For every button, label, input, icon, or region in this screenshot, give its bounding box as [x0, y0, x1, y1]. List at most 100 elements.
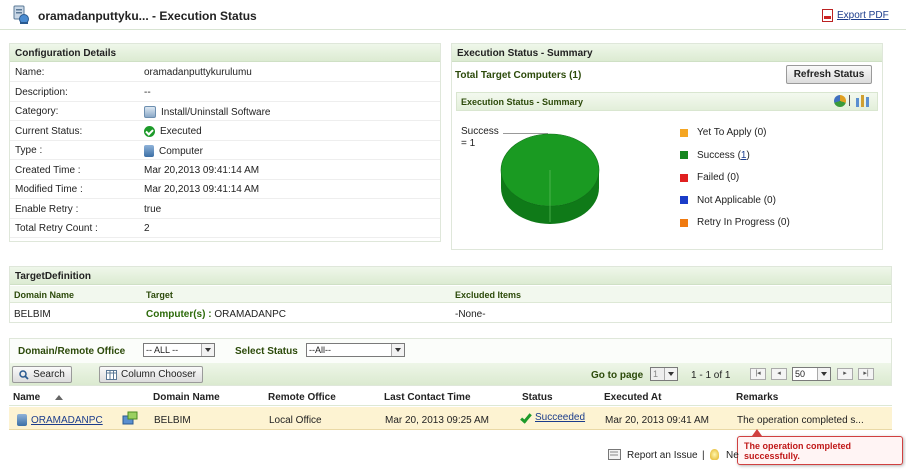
remote-control-icon[interactable] — [122, 411, 138, 427]
target-col-excluded: Excluded Items — [455, 290, 522, 300]
config-row-value-text: Mar 20,2013 09:41:14 AM — [144, 184, 260, 195]
page-value: 1 — [653, 369, 659, 379]
domain-filter-label: Domain/Remote Office — [18, 346, 126, 357]
config-row-value-text: true — [144, 203, 162, 215]
col-name-label: Name — [13, 392, 41, 403]
last-page-button[interactable]: ▸| — [858, 368, 874, 380]
legend-item: Yet To Apply (0) — [680, 127, 767, 138]
config-row-value: 2 — [144, 223, 150, 234]
config-row: Enable Retry : true — [10, 200, 440, 219]
search-button[interactable]: Search — [12, 366, 72, 383]
lightbulb-icon — [710, 449, 719, 460]
config-row: Total Retry Count : 2 — [10, 219, 440, 238]
domain-filter-select[interactable]: -- ALL -- — [143, 343, 215, 357]
config-row-label: Modified Time : — [15, 184, 83, 195]
col-remote-office[interactable]: Remote Office — [268, 392, 336, 403]
config-row-value-text: Mar 20,2013 09:41:14 AM — [144, 164, 260, 176]
sort-ascending-icon — [55, 395, 64, 400]
legend-label: Failed (0) — [697, 172, 739, 183]
tooltip-pointer — [752, 429, 762, 436]
export-pdf-link[interactable]: Export PDF — [822, 9, 889, 22]
legend-swatch — [680, 218, 688, 227]
config-row: Created Time : Mar 20,2013 09:41:14 AM — [10, 161, 440, 180]
configuration-details-panel: Configuration Details Name: oramadanputty… — [9, 43, 441, 242]
col-executed-at[interactable]: Executed At — [604, 392, 661, 403]
row-status: Succeeded — [520, 411, 585, 424]
refresh-status-button[interactable]: Refresh Status — [786, 65, 872, 84]
page-select[interactable]: 1 — [650, 367, 678, 381]
prev-page-button[interactable]: ◂ — [771, 368, 787, 380]
status-filter-select[interactable]: --All-- — [306, 343, 405, 357]
config-row-label: Current Status: — [15, 125, 83, 137]
config-row: Current Status: Executed — [10, 122, 440, 141]
config-row: Name: oramadanputtykurulumu — [10, 63, 440, 82]
search-icon — [19, 369, 29, 380]
footer-separator: | — [702, 450, 705, 461]
row-name-link[interactable]: ORAMADANPC — [31, 415, 103, 426]
col-last-contact[interactable]: Last Contact Time — [384, 392, 471, 403]
chevron-down-icon — [201, 344, 214, 356]
col-remarks[interactable]: Remarks — [736, 392, 778, 403]
pdf-icon — [822, 9, 833, 22]
col-domain-name[interactable]: Domain Name — [153, 392, 220, 403]
legend-swatch — [680, 151, 688, 159]
legend-swatch — [680, 173, 688, 182]
config-row-label: Category: — [15, 106, 59, 117]
legend-label: Yet To Apply (0) — [697, 127, 767, 138]
row-remarks[interactable]: The operation completed s... — [737, 415, 864, 426]
config-row-label: Created Time : — [15, 164, 81, 176]
target-header-bar — [10, 286, 891, 303]
target-definition-heading: TargetDefinition — [10, 267, 891, 285]
column-chooser-button[interactable]: Column Chooser — [99, 366, 203, 383]
legend-label-suffix: ) — [746, 149, 750, 161]
config-row-label: Name: — [15, 67, 45, 78]
col-name[interactable]: Name — [13, 392, 64, 403]
legend-label: Retry In Progress (0) — [697, 217, 790, 228]
footer-next-link[interactable]: Ne — [726, 450, 739, 461]
row-status-link[interactable]: Succeeded — [535, 412, 585, 423]
config-row-value: -- — [144, 87, 151, 98]
config-row-value: oramadanputtykurulumu — [144, 67, 252, 78]
table-columns-icon — [105, 369, 117, 380]
software-package-icon — [144, 106, 156, 118]
config-row-value: Mar 20,2013 09:41:14 AM — [144, 184, 259, 195]
per-page-value: 50 — [795, 369, 806, 379]
bar-chart-icon[interactable] — [855, 94, 871, 107]
export-pdf-label[interactable]: Export PDF — [837, 10, 889, 21]
goto-page-label: Go to page — [591, 370, 644, 381]
first-page-button[interactable]: |◂ — [750, 368, 766, 380]
check-circle-icon — [144, 125, 155, 137]
pie-label: Success — [461, 126, 499, 137]
config-row-value-text: Install/Uninstall Software — [161, 106, 271, 118]
row-last-contact: Mar 20, 2013 09:25 AM — [385, 415, 489, 426]
chevron-down-icon — [817, 368, 830, 380]
next-page-button[interactable]: ▸ — [837, 368, 853, 380]
chevron-down-icon — [391, 344, 404, 356]
legend-item: Success (1) — [680, 150, 750, 161]
column-chooser-label: Column Chooser — [120, 369, 197, 380]
tooltip-text: The operation completed successfully. — [744, 441, 852, 461]
config-row-value: Install/Uninstall Software — [144, 106, 271, 118]
status-filter-value: --All-- — [309, 345, 331, 355]
target-excluded: -None- — [455, 309, 486, 320]
legend-label-text: Yet To Apply (0) — [697, 127, 767, 138]
chart-icon[interactable] — [834, 95, 846, 107]
computer-icon — [17, 414, 27, 426]
legend-item: Retry In Progress (0) — [680, 217, 790, 228]
row-domain: BELBIM — [154, 415, 191, 426]
page-title: oramadanputtyku... - Execution Status — [38, 9, 257, 23]
config-row-value: true — [144, 204, 161, 215]
legend-label-text: Not Applicable (0) — [697, 194, 776, 206]
legend-item: Not Applicable (0) — [680, 195, 776, 206]
status-pie-chart — [500, 133, 600, 224]
config-row-label: Type : — [15, 145, 43, 156]
config-row-value-text: 2 — [144, 223, 150, 234]
summary-subheading: Execution Status - Summary — [461, 97, 584, 107]
report-issue-icon[interactable] — [608, 449, 621, 460]
legend-item: Failed (0) — [680, 172, 739, 183]
per-page-select[interactable]: 50 — [792, 367, 831, 381]
report-issue-link[interactable]: Report an Issue — [627, 450, 698, 461]
col-status[interactable]: Status — [522, 392, 553, 403]
config-row: Modified Time : Mar 20,2013 09:41:14 AM — [10, 180, 440, 199]
config-row-value-text: oramadanputtykurulumu — [144, 67, 252, 78]
